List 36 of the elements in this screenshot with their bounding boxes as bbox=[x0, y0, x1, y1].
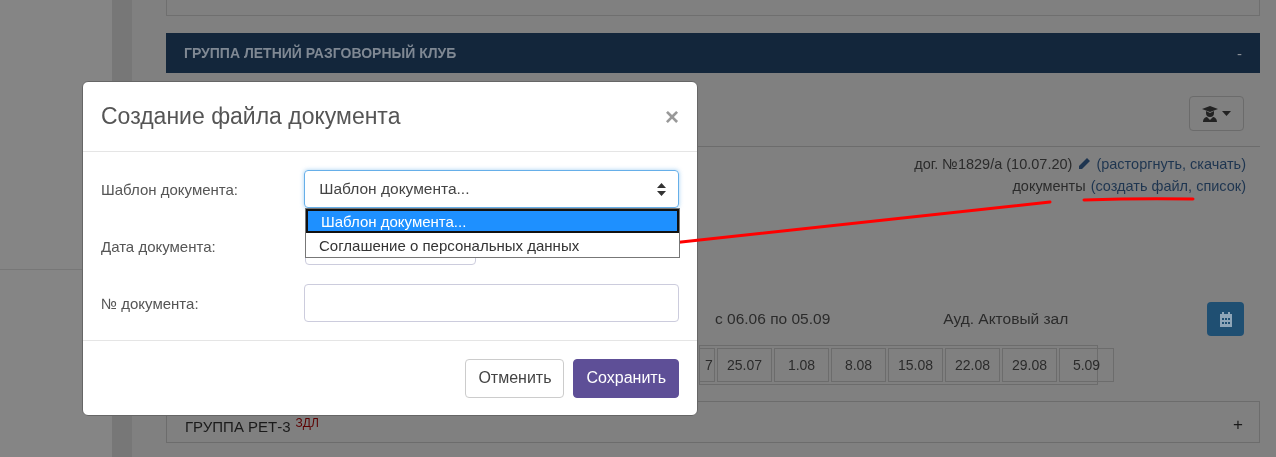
number-field[interactable] bbox=[304, 284, 679, 322]
field-label: Шаблон документа: bbox=[101, 180, 240, 198]
save-button[interactable]: Сохранить bbox=[573, 358, 679, 398]
date-cell: 15.08 bbox=[888, 348, 943, 382]
group-title: ГРУППА ЛЕТНИЙ РАЗГОВОРНЫЙ КЛУБ bbox=[184, 45, 457, 61]
caret-icon bbox=[1222, 111, 1231, 116]
expand-toggle[interactable]: + bbox=[1233, 415, 1243, 435]
calendar-icon bbox=[1218, 311, 1233, 327]
calendar-button[interactable] bbox=[1207, 302, 1244, 336]
room-text: Ауд. Актовый зал bbox=[943, 310, 1069, 328]
field-label: № документа: bbox=[101, 294, 200, 312]
date-cell: 22.08 bbox=[945, 348, 1000, 382]
documents-label: документы bbox=[1012, 178, 1086, 194]
schedule-period: с 06.06 по 05.09 bbox=[715, 310, 831, 328]
close-button[interactable]: × bbox=[665, 102, 679, 131]
modal-title: Создание файла документа bbox=[101, 103, 401, 130]
group-title: ГРУППА РЕТ-3 bbox=[185, 418, 291, 435]
pencil-icon[interactable] bbox=[1077, 157, 1092, 171]
date-cell: 5.09 bbox=[1059, 348, 1114, 382]
contract-text: дог. №1829/а (10.07.20) bbox=[914, 156, 1073, 172]
date-cell: 7 bbox=[700, 348, 715, 382]
contract-links[interactable]: (расторгнуть, скачать) bbox=[1096, 156, 1246, 172]
dropdown-option[interactable]: Шаблон документа... bbox=[306, 209, 679, 233]
group-tag: ЗДЛ bbox=[295, 416, 319, 430]
cancel-button[interactable]: Отменить bbox=[465, 358, 565, 398]
date-cell: 1.08 bbox=[774, 348, 829, 382]
collapse-toggle[interactable]: - bbox=[1237, 44, 1242, 62]
role-dropdown-button[interactable] bbox=[1189, 96, 1244, 131]
sort-icon bbox=[657, 182, 666, 196]
template-select[interactable]: Шаблон документа... bbox=[304, 170, 679, 208]
documents-links[interactable]: (создать файл, список) bbox=[1090, 178, 1246, 194]
date-cell: 8.08 bbox=[831, 348, 886, 382]
graduate-icon bbox=[1202, 105, 1218, 122]
date-cell: 25.07 bbox=[717, 348, 772, 382]
date-cell: 29.08 bbox=[1002, 348, 1057, 382]
field-label: Дата документа: bbox=[101, 237, 217, 255]
